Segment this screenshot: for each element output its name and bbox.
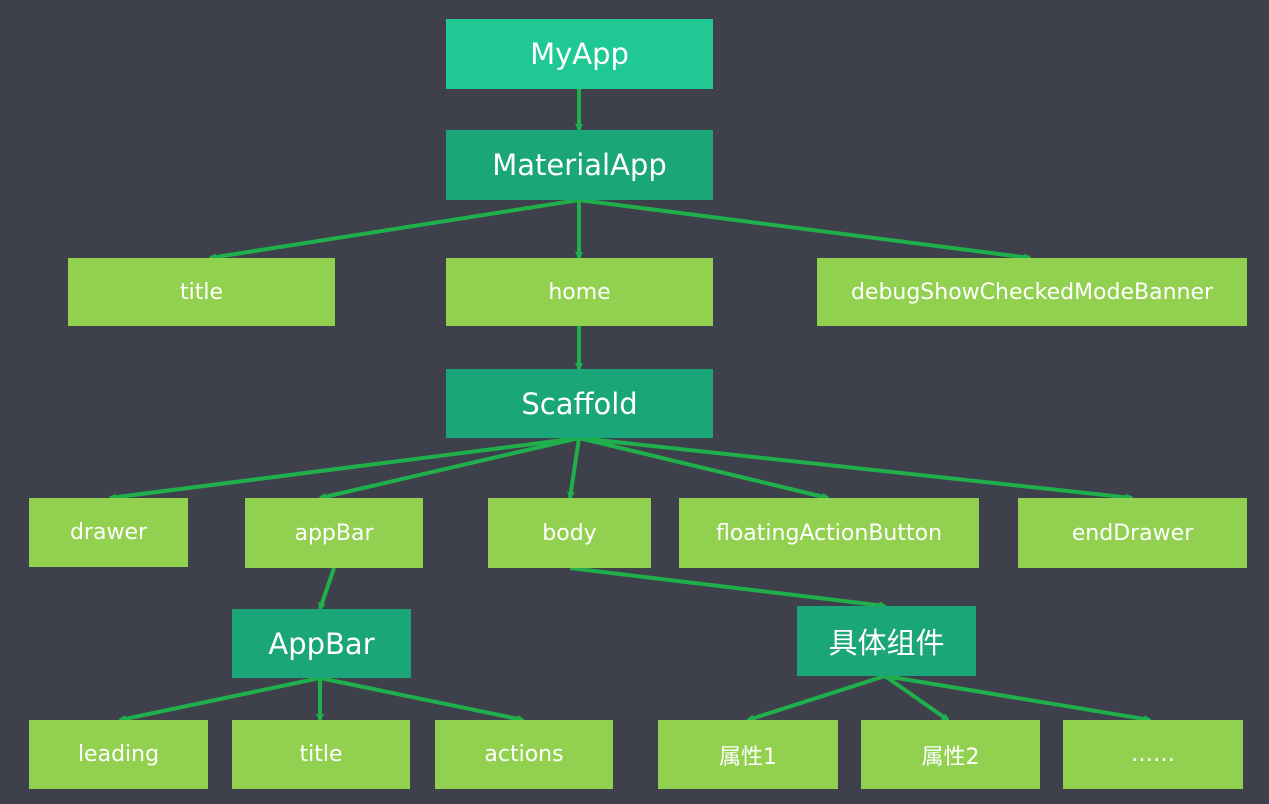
arrow-widget-attr1 xyxy=(746,674,886,722)
arrow-scaffold-enddrawer xyxy=(578,436,1134,502)
arrow-scaffold-fab xyxy=(578,436,830,501)
node-label: MaterialApp xyxy=(492,148,667,182)
node-title: title xyxy=(68,258,335,326)
node-attr2: 属性2 xyxy=(861,720,1040,789)
node-label: leading xyxy=(77,742,160,767)
node-label: drawer xyxy=(69,520,148,545)
arrow-appbar-actions xyxy=(319,676,525,723)
node-label: …… xyxy=(1131,742,1175,767)
node-label: title xyxy=(299,742,343,767)
node-actions: actions xyxy=(435,720,613,789)
node-fab: floatingActionButton xyxy=(679,498,979,568)
node-label: MyApp xyxy=(530,37,629,71)
node-label: actions xyxy=(484,742,564,767)
node-label: home xyxy=(548,279,611,305)
node-home: home xyxy=(446,258,713,326)
arrow-appbarprop-appbar xyxy=(318,567,336,611)
node-appbar: AppBar xyxy=(232,609,411,678)
node-label: Scaffold xyxy=(521,386,638,421)
node-label: floatingActionButton xyxy=(715,520,943,546)
node-label: debugShowCheckedModeBanner xyxy=(850,279,1214,305)
node-title2: title xyxy=(232,720,410,789)
node-widget: 具体组件 xyxy=(797,606,976,676)
node-attr1: 属性1 xyxy=(658,720,838,789)
node-leading: leading xyxy=(29,720,208,789)
node-label: 具体组件 xyxy=(828,626,945,660)
arrow-scaffold-drawer xyxy=(108,436,580,502)
node-label: 属性2 xyxy=(921,744,980,770)
arrow-body-widget xyxy=(569,566,887,610)
node-debug: debugShowCheckedModeBanner xyxy=(817,258,1247,326)
arrow-scaffold-body xyxy=(566,437,581,500)
node-more: …… xyxy=(1063,720,1243,789)
node-materialapp: MaterialApp xyxy=(446,130,713,200)
node-label: body xyxy=(542,520,597,546)
node-label: title xyxy=(179,279,223,305)
node-drawer: drawer xyxy=(29,498,188,567)
node-label: 属性1 xyxy=(719,744,777,770)
arrow-widget-more xyxy=(884,674,1152,723)
node-appbarprop: appBar xyxy=(245,498,423,568)
node-scaffold: Scaffold xyxy=(446,369,713,438)
node-enddrawer: endDrawer xyxy=(1018,498,1247,568)
arrow-materialapp-title xyxy=(208,198,580,262)
node-label: AppBar xyxy=(268,626,375,661)
arrow-materialapp-debug xyxy=(578,198,1032,262)
node-label: appBar xyxy=(294,520,374,546)
node-body: body xyxy=(488,498,651,568)
node-label: endDrawer xyxy=(1071,520,1194,546)
arrow-appbar-leading xyxy=(118,676,321,723)
node-myapp: MyApp xyxy=(446,19,713,89)
